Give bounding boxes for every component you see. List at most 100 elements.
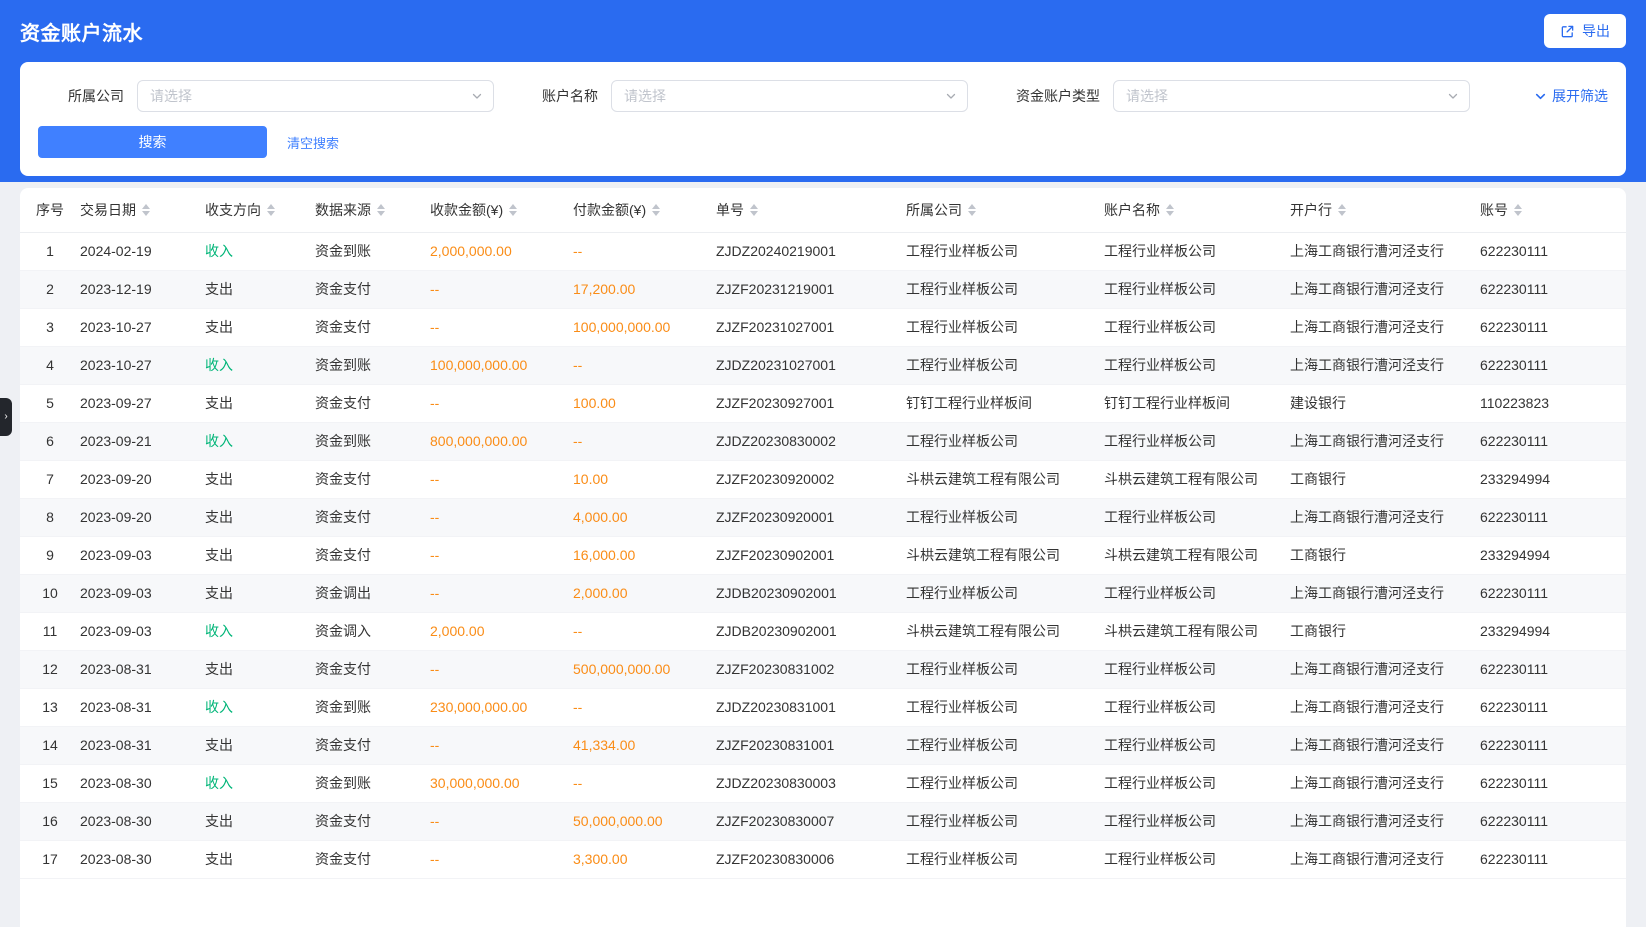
column-header-10[interactable]: 账号 [1480,188,1626,232]
company-select[interactable]: 请选择 [137,80,494,112]
cell-source: 资金支付 [315,650,430,688]
table-row[interactable]: 162023-08-30支出资金支付--50,000,000.00ZJZF202… [20,802,1626,840]
cell-bank: 上海工商银行漕河泾支行 [1290,688,1480,726]
column-header-label: 序号 [36,200,64,220]
chevron-down-icon [1534,90,1547,103]
sort-icon[interactable] [750,204,758,216]
account-name-select[interactable]: 请选择 [611,80,968,112]
table-row[interactable]: 142023-08-31支出资金支付--41,334.00ZJZF2023083… [20,726,1626,764]
column-header-1[interactable]: 交易日期 [80,188,205,232]
cell-account-no: 622230111 [1480,650,1626,688]
cell-date: 2023-08-30 [80,840,205,878]
clear-search-link[interactable]: 清空搜索 [287,133,339,152]
cell-account-no: 622230111 [1480,232,1626,270]
table-row[interactable]: 52023-09-27支出资金支付--100.00ZJZF20230927001… [20,384,1626,422]
cell-date: 2023-09-27 [80,384,205,422]
cell-payment-amount: 100,000,000.00 [573,308,716,346]
cell-index: 14 [20,726,80,764]
column-header-content: 收支方向 [205,200,275,220]
table-row[interactable]: 22023-12-19支出资金支付--17,200.00ZJZF20231219… [20,270,1626,308]
cell-account-name: 工程行业样板公司 [1104,764,1290,802]
table-row[interactable]: 12024-02-19收入资金到账2,000,000.00--ZJDZ20240… [20,232,1626,270]
column-header-content: 开户行 [1290,200,1346,220]
cell-source: 资金支付 [315,726,430,764]
cell-company: 工程行业样板公司 [906,270,1104,308]
cell-account-no: 622230111 [1480,688,1626,726]
sidebar-collapse-handle[interactable]: › [0,398,12,436]
table-row[interactable]: 172023-08-30支出资金支付--3,300.00ZJZF20230830… [20,840,1626,878]
table-row[interactable]: 122023-08-31支出资金支付--500,000,000.00ZJZF20… [20,650,1626,688]
account-type-select[interactable]: 请选择 [1113,80,1470,112]
cell-direction: 支出 [205,650,315,688]
table-row[interactable]: 32023-10-27支出资金支付--100,000,000.00ZJZF202… [20,308,1626,346]
table-row[interactable]: 102023-09-03支出资金调出--2,000.00ZJDB20230902… [20,574,1626,612]
sort-icon[interactable] [652,204,660,216]
cell-receipt-amount: -- [430,726,573,764]
column-header-6[interactable]: 单号 [716,188,906,232]
table-row[interactable]: 42023-10-27收入资金到账100,000,000.00--ZJDZ202… [20,346,1626,384]
table-row[interactable]: 112023-09-03收入资金调入2,000.00--ZJDB20230902… [20,612,1626,650]
cell-direction: 收入 [205,764,315,802]
table-row[interactable]: 152023-08-30收入资金到账30,000,000.00--ZJDZ202… [20,764,1626,802]
column-header-8[interactable]: 账户名称 [1104,188,1290,232]
cell-order-no: ZJDZ20230830002 [716,422,906,460]
cell-order-no: ZJDZ20230830003 [716,764,906,802]
cell-date: 2023-08-30 [80,802,205,840]
column-header-7[interactable]: 所属公司 [906,188,1104,232]
account-name-select-value: 请选择 [624,86,945,106]
filter-group-account-name: 账户名称 请选择 [542,80,968,112]
cell-account-no: 622230111 [1480,270,1626,308]
column-header-label: 交易日期 [80,200,136,220]
account-type-select-value: 请选择 [1126,86,1447,106]
export-button[interactable]: 导出 [1544,14,1626,48]
cell-company: 工程行业样板公司 [906,498,1104,536]
sort-icon[interactable] [509,204,517,216]
table-row[interactable]: 92023-09-03支出资金支付--16,000.00ZJZF20230902… [20,536,1626,574]
cell-payment-amount: -- [573,688,716,726]
cell-account-no: 622230111 [1480,346,1626,384]
table-header-row: 序号交易日期 收支方向 数据来源 收款金额(¥)付款金额(¥)单号所属公司账户名称开户… [20,188,1626,232]
column-header-content: 数据来源 [315,200,385,220]
search-button[interactable]: 搜索 [38,126,267,158]
column-header-content: 账号 [1480,200,1522,220]
export-button-label: 导出 [1582,21,1610,41]
cell-order-no: ZJZF20231219001 [716,270,906,308]
column-header-4[interactable]: 收款金额(¥) [430,188,573,232]
cell-account-name: 斗栱云建筑工程有限公司 [1104,612,1290,650]
table-row[interactable]: 72023-09-20支出资金支付--10.00ZJZF20230920002斗… [20,460,1626,498]
column-header-3[interactable]: 数据来源 [315,188,430,232]
expand-filter-link[interactable]: 展开筛选 [1534,86,1608,106]
table-row[interactable]: 132023-08-31收入资金到账230,000,000.00--ZJDZ20… [20,688,1626,726]
sort-icon[interactable] [267,204,275,216]
cell-index: 11 [20,612,80,650]
table-row[interactable]: 62023-09-21收入资金到账800,000,000.00--ZJDZ202… [20,422,1626,460]
sort-icon[interactable] [1514,204,1522,216]
cell-receipt-amount: -- [430,536,573,574]
cell-payment-amount: -- [573,764,716,802]
table-row[interactable]: 82023-09-20支出资金支付--4,000.00ZJZF202309200… [20,498,1626,536]
cell-order-no: ZJZF20230831001 [716,726,906,764]
sort-icon[interactable] [377,204,385,216]
cell-order-no: ZJZF20230830006 [716,840,906,878]
column-header-2[interactable]: 收支方向 [205,188,315,232]
sort-icon[interactable] [1166,204,1174,216]
cell-source: 资金支付 [315,802,430,840]
cell-date: 2023-10-27 [80,308,205,346]
cell-payment-amount: 41,334.00 [573,726,716,764]
sort-icon[interactable] [968,204,976,216]
cell-payment-amount: 4,000.00 [573,498,716,536]
column-header-5[interactable]: 付款金额(¥) [573,188,716,232]
cell-order-no: ZJZF20230830007 [716,802,906,840]
cell-account-name: 工程行业样板公司 [1104,726,1290,764]
cell-bank: 上海工商银行漕河泾支行 [1290,574,1480,612]
column-header-9[interactable]: 开户行 [1290,188,1480,232]
cell-account-no: 622230111 [1480,802,1626,840]
cell-direction: 收入 [205,612,315,650]
sort-icon[interactable] [1338,204,1346,216]
cell-account-name: 工程行业样板公司 [1104,422,1290,460]
cell-account-name: 工程行业样板公司 [1104,498,1290,536]
sort-icon[interactable] [142,204,150,216]
cell-bank: 上海工商银行漕河泾支行 [1290,764,1480,802]
cell-bank: 上海工商银行漕河泾支行 [1290,422,1480,460]
cell-direction: 支出 [205,536,315,574]
